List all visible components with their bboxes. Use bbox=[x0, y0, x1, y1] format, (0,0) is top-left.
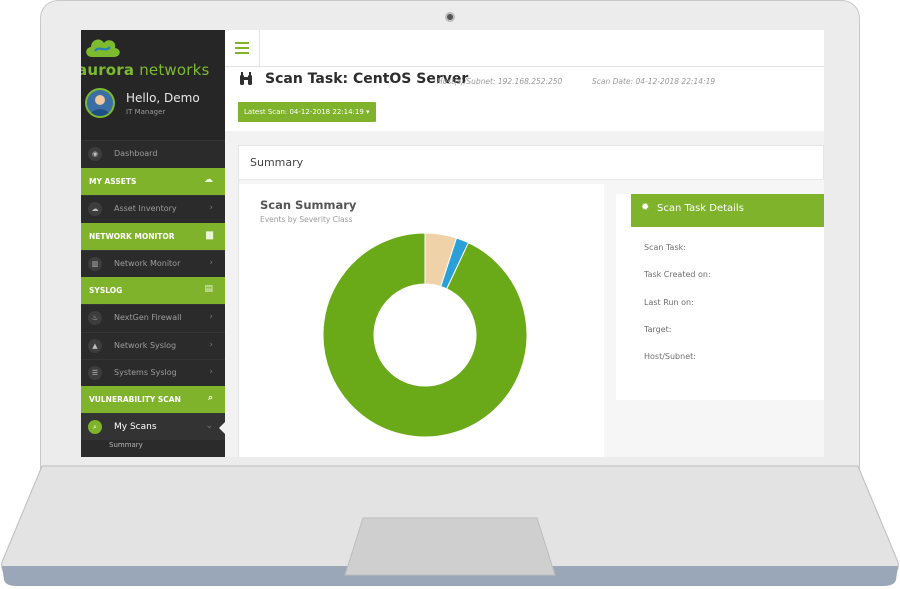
gear-icon: ✹ bbox=[641, 202, 650, 213]
sidebar-item-label: Dashboard bbox=[114, 149, 158, 158]
log-icon: ▤ bbox=[204, 284, 213, 294]
avatar[interactable] bbox=[85, 88, 115, 118]
detail-label-task-created: Task Created on: bbox=[644, 270, 711, 279]
sidebar-item-label: Systems Syslog bbox=[114, 368, 177, 377]
section-label: SYSLOG bbox=[89, 286, 123, 295]
chart-icon: ▆ bbox=[206, 230, 213, 240]
sidebar-item-label: Network Monitor bbox=[114, 259, 181, 268]
sidebar-subitem-label: Summary bbox=[109, 441, 143, 449]
sidebar-section-vulnerability-scan: VULNERABILITY SCAN ⌕ bbox=[81, 386, 225, 413]
sidebar-item-dashboard[interactable]: ◉ Dashboard bbox=[81, 140, 225, 167]
sidebar: aurora networks Hello, Demo IT Manager ◉… bbox=[81, 30, 225, 457]
scan-date-meta: Scan Date: 04-12-2018 22:14:19 bbox=[592, 77, 716, 86]
summary-card-body: Scan Summary Events by Severity Class ✹ … bbox=[239, 180, 824, 457]
laptop-base bbox=[1, 465, 899, 586]
brand-area: aurora networks Hello, Demo IT Manager bbox=[81, 30, 225, 140]
sidebar-item-asset-inventory[interactable]: ☁ Asset Inventory › bbox=[81, 195, 225, 222]
sidebar-section-syslog: SYSLOG ▤ bbox=[81, 277, 225, 304]
menu-toggle-icon[interactable] bbox=[235, 42, 249, 54]
section-label: VULNERABILITY SCAN bbox=[89, 395, 181, 404]
scan-task-details-panel: ✹ Scan Task Details Scan Task: Task Crea… bbox=[616, 194, 824, 400]
sidebar-item-my-scans[interactable]: ⌕ My Scans ⌄ bbox=[81, 413, 225, 440]
sidebar-item-network-monitor[interactable]: ▥ Network Monitor › bbox=[81, 250, 225, 277]
webcam-icon bbox=[445, 12, 455, 22]
sidebar-section-network-monitor: NETWORK MONITOR ▆ bbox=[81, 223, 225, 250]
summary-card-header: Summary bbox=[239, 146, 824, 180]
sidebar-item-label: Network Syslog bbox=[114, 341, 177, 350]
scan-task-details-title: Scan Task Details bbox=[657, 203, 744, 214]
chevron-icon: › bbox=[209, 340, 213, 350]
cloud-icon: ☁ bbox=[88, 202, 102, 216]
dashboard-icon: ◉ bbox=[88, 147, 102, 161]
search-icon: ⌕ bbox=[88, 420, 102, 434]
scan-task-details-header: ✹ Scan Task Details bbox=[631, 194, 824, 227]
sidebar-section-my-assets: MY ASSETS ☁ bbox=[81, 168, 225, 195]
sidebar-item-network-syslog[interactable]: ▲ Network Syslog › bbox=[81, 332, 225, 359]
search-icon: ⌕ bbox=[207, 393, 213, 403]
main-content: Scan Task: CentOS Server Host(s)/Subnet:… bbox=[225, 30, 824, 457]
chevron-icon: › bbox=[209, 312, 213, 322]
topbar-divider bbox=[259, 30, 260, 66]
greeting: Hello, Demo bbox=[126, 91, 200, 105]
section-label: MY ASSETS bbox=[89, 177, 137, 186]
app-window: aurora networks Hello, Demo IT Manager ◉… bbox=[81, 30, 824, 457]
sidebar-item-nextgen-firewall[interactable]: ♨ NextGen Firewall › bbox=[81, 304, 225, 331]
sidebar-subitem-summary[interactable]: Summary bbox=[81, 440, 225, 452]
sidebar-item-label: Asset Inventory bbox=[114, 204, 177, 213]
top-bar bbox=[225, 30, 824, 67]
page-header: Scan Task: CentOS Server Host(s)/Subnet:… bbox=[225, 67, 824, 131]
binoculars-icon bbox=[239, 72, 253, 90]
chevron-icon: › bbox=[209, 203, 213, 213]
sidebar-item-systems-syslog[interactable]: ☰ Systems Syslog › bbox=[81, 359, 225, 386]
section-label: NETWORK MONITOR bbox=[89, 232, 175, 241]
chevron-icon: › bbox=[209, 367, 213, 377]
cloud-logo-icon bbox=[86, 39, 120, 57]
detail-label-host-subnet: Host/Subnet: bbox=[644, 352, 696, 361]
sidebar-item-label: My Scans bbox=[114, 422, 157, 432]
detail-label-last-run: Last Run on: bbox=[644, 298, 694, 307]
detail-label-target: Target: bbox=[644, 325, 672, 334]
fire-icon: ♨ bbox=[88, 311, 102, 325]
bar-chart-icon: ▥ bbox=[88, 257, 102, 271]
summary-card-title: Summary bbox=[250, 156, 304, 169]
summary-card: Summary Scan Summary Events by Severity … bbox=[238, 145, 824, 457]
chevron-icon: ⌄ bbox=[205, 421, 213, 431]
list-icon: ☰ bbox=[88, 366, 102, 380]
detail-label-scan-task: Scan Task: bbox=[644, 243, 686, 252]
user-role: IT Manager bbox=[126, 108, 166, 116]
brand-name: aurora networks bbox=[81, 61, 210, 79]
chevron-icon: › bbox=[209, 258, 213, 268]
severity-donut-chart bbox=[322, 232, 528, 438]
donut-slice-2[interactable] bbox=[322, 232, 528, 438]
scan-summary-panel: Scan Summary Events by Severity Class bbox=[239, 184, 604, 457]
sidebar-item-label: NextGen Firewall bbox=[114, 313, 182, 322]
latest-scan-dropdown-button[interactable]: Latest Scan: 04-12-2018 22:14:19 ▾ bbox=[238, 102, 376, 122]
network-icon: ▲ bbox=[88, 339, 102, 353]
assets-icon: ☁ bbox=[204, 175, 213, 185]
host-subnet-meta: Host(s)/Subnet: 192.168.252.250 bbox=[437, 77, 563, 86]
